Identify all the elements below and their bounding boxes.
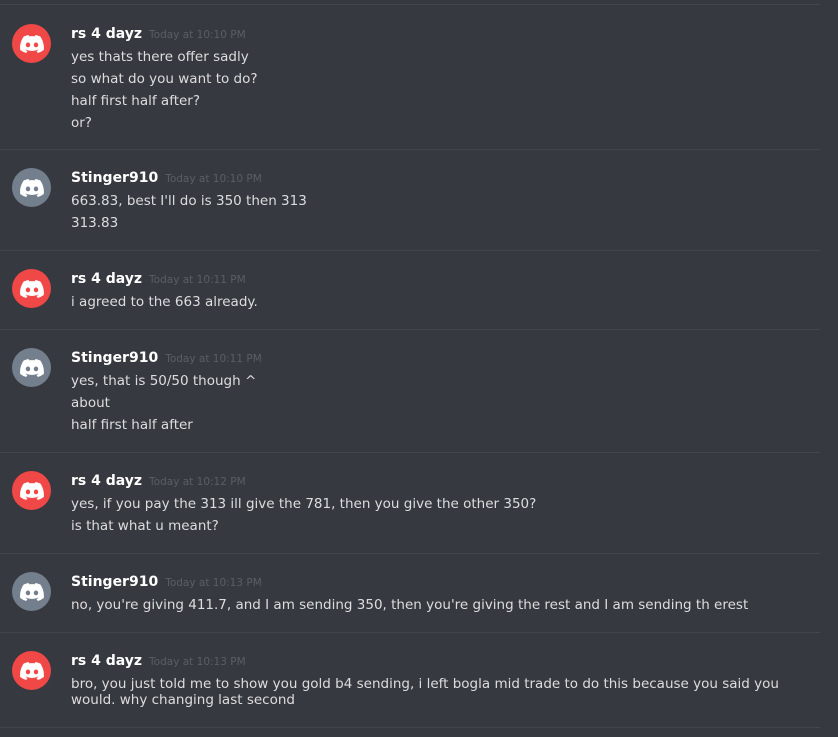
message-text: or? bbox=[71, 115, 92, 131]
timestamp: Today at 10:12 PM bbox=[149, 476, 246, 488]
message-divider bbox=[0, 329, 820, 330]
discord-logo-icon bbox=[19, 582, 44, 601]
username[interactable]: rs 4 dayz bbox=[71, 471, 142, 491]
message-text: yes thats there offer sadly bbox=[71, 49, 249, 65]
message-text: about bbox=[71, 395, 110, 411]
avatar[interactable] bbox=[12, 24, 51, 63]
discord-logo-icon bbox=[19, 279, 44, 298]
avatar[interactable] bbox=[12, 572, 51, 611]
avatar[interactable] bbox=[12, 269, 51, 308]
avatar[interactable] bbox=[12, 471, 51, 510]
timestamp: Today at 10:11 PM bbox=[149, 274, 246, 286]
username[interactable]: Stinger910 bbox=[71, 572, 158, 592]
timestamp: Today at 10:13 PM bbox=[149, 656, 246, 668]
message-text: half first half after bbox=[71, 417, 193, 433]
message-text: yes, if you pay the 313 ill give the 781… bbox=[71, 496, 537, 512]
avatar[interactable] bbox=[12, 348, 51, 387]
message-divider bbox=[0, 727, 820, 728]
message-text: so what do you want to do? bbox=[71, 71, 258, 87]
message-divider bbox=[0, 149, 820, 150]
username[interactable]: rs 4 dayz bbox=[71, 269, 142, 289]
message-divider bbox=[0, 4, 820, 5]
username[interactable]: Stinger910 bbox=[71, 168, 158, 188]
discord-logo-icon bbox=[19, 178, 44, 197]
discord-logo-icon bbox=[19, 481, 44, 500]
message-divider bbox=[0, 452, 820, 453]
message-text: 663.83, best I'll do is 350 then 313 bbox=[71, 193, 307, 209]
discord-logo-icon bbox=[19, 34, 44, 53]
avatar[interactable] bbox=[12, 651, 51, 690]
message-divider bbox=[0, 553, 820, 554]
username[interactable]: Stinger910 bbox=[71, 348, 158, 368]
message-divider bbox=[0, 250, 820, 251]
username[interactable]: rs 4 dayz bbox=[71, 651, 142, 671]
timestamp: Today at 10:10 PM bbox=[149, 29, 246, 41]
message-text: half first half after? bbox=[71, 93, 201, 109]
message-text: no, you're giving 411.7, and I am sendin… bbox=[71, 597, 749, 613]
message-text: i agreed to the 663 already. bbox=[71, 294, 258, 310]
timestamp: Today at 10:13 PM bbox=[165, 577, 262, 589]
avatar[interactable] bbox=[12, 168, 51, 207]
discord-logo-icon bbox=[19, 358, 44, 377]
message-text: 313.83 bbox=[71, 215, 119, 231]
message-divider bbox=[0, 632, 820, 633]
message-text: is that what u meant? bbox=[71, 518, 219, 534]
username[interactable]: rs 4 dayz bbox=[71, 24, 142, 44]
message-text: yes, that is 50/50 though ^ bbox=[71, 373, 257, 389]
timestamp: Today at 10:10 PM bbox=[165, 173, 262, 185]
timestamp: Today at 10:11 PM bbox=[165, 353, 262, 365]
discord-logo-icon bbox=[19, 661, 44, 680]
message-text: bro, you just told me to show you gold b… bbox=[71, 676, 779, 708]
